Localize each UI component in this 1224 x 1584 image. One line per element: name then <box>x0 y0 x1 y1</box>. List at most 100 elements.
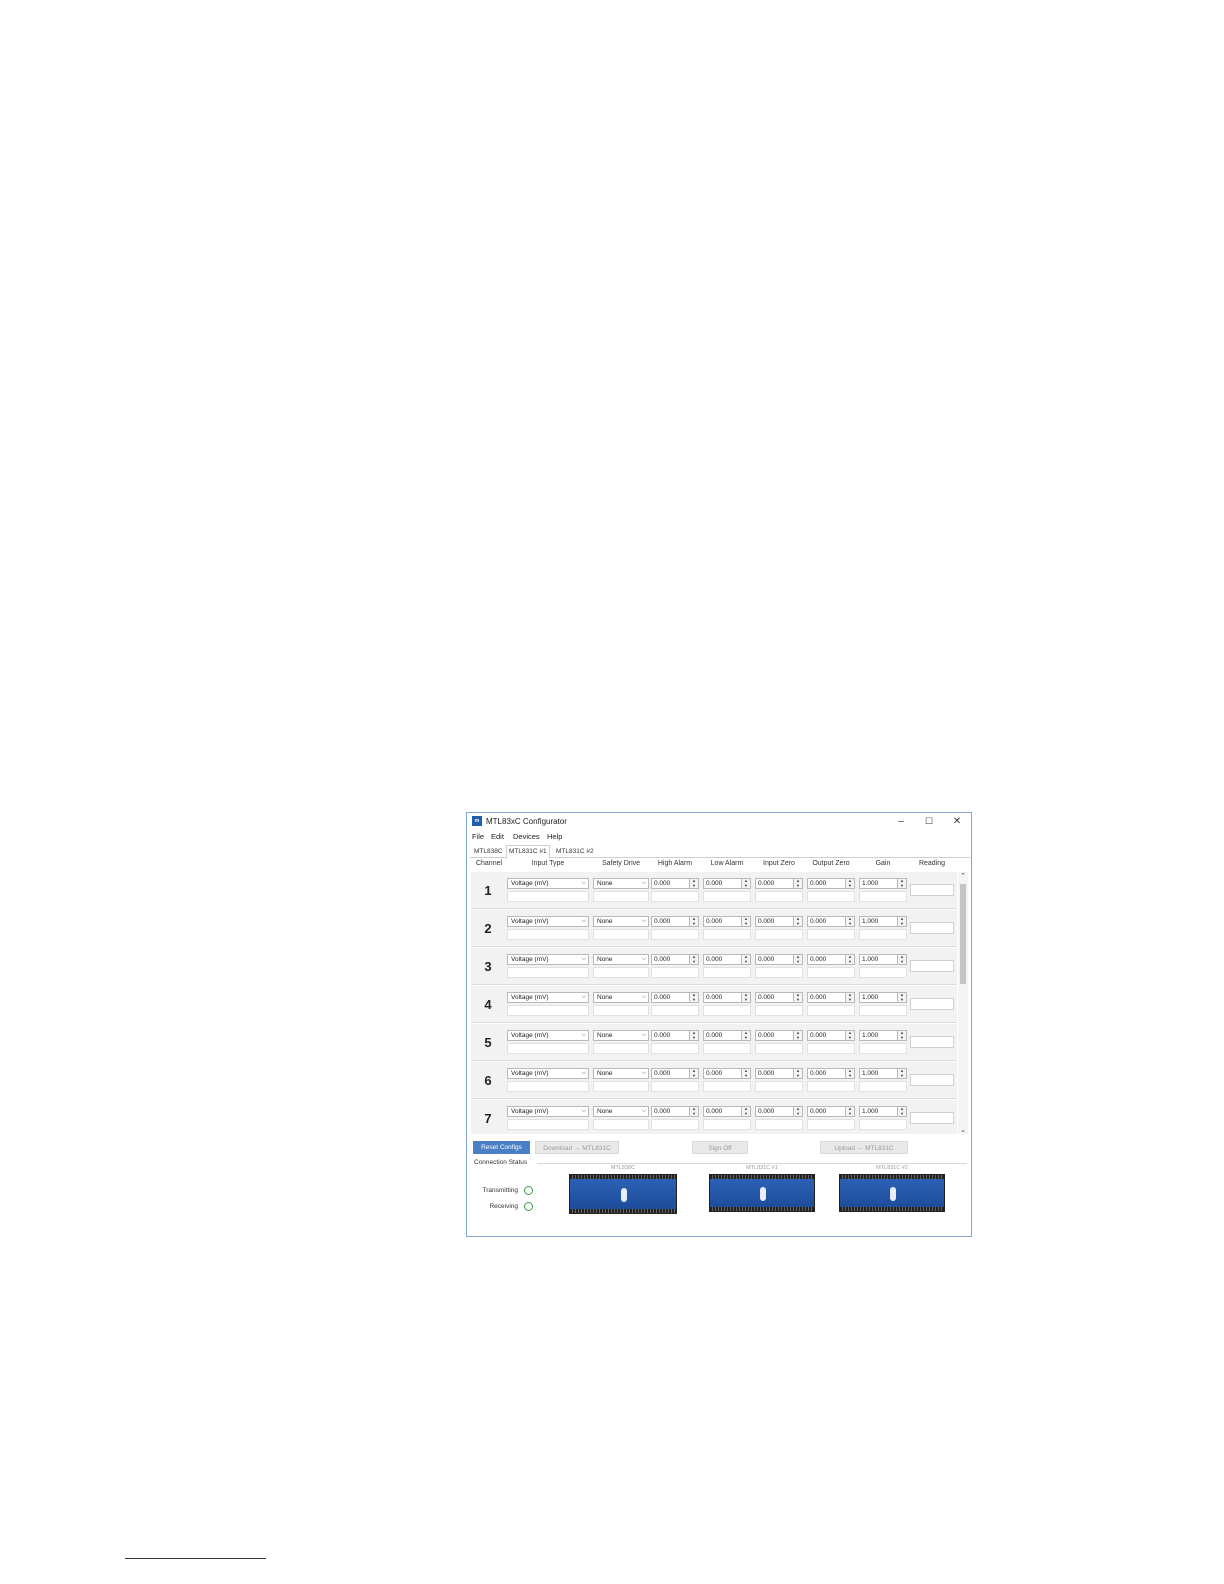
reset-configs-button[interactable]: Reset Configs <box>473 1141 530 1154</box>
output-zero-stepper[interactable]: 0.000 ▲ ▼ <box>807 916 855 927</box>
high-alarm-stepper[interactable]: 0.000 ▲ ▼ <box>651 1106 699 1117</box>
spin-arrows-icon[interactable]: ▲ ▼ <box>793 992 802 1002</box>
spin-arrows-icon[interactable]: ▲ ▼ <box>793 1068 802 1078</box>
spin-arrows-icon[interactable]: ▲ ▼ <box>897 992 906 1002</box>
low-alarm-stepper[interactable]: 0.000 ▲ ▼ <box>703 878 751 889</box>
spin-arrows-icon[interactable]: ▲ ▼ <box>689 1106 698 1116</box>
gain-stepper[interactable]: 1.000 ▲ ▼ <box>859 1068 907 1079</box>
high-alarm-stepper[interactable]: 0.000 ▲ ▼ <box>651 1030 699 1041</box>
spin-arrows-icon[interactable]: ▲ ▼ <box>897 1030 906 1040</box>
spin-arrows-icon[interactable]: ▲ ▼ <box>689 954 698 964</box>
spin-arrows-icon[interactable]: ▲ ▼ <box>845 916 854 926</box>
spin-arrows-icon[interactable]: ▲ ▼ <box>689 916 698 926</box>
tab-mtl831c-1[interactable]: MTL831C #1 <box>506 845 550 859</box>
input-type-select[interactable]: Voltage (mV) ⌵ <box>507 1030 589 1041</box>
low-alarm-stepper[interactable]: 0.000 ▲ ▼ <box>703 1106 751 1117</box>
menu-file[interactable]: File <box>472 832 484 841</box>
input-zero-stepper[interactable]: 0.000 ▲ ▼ <box>755 1030 803 1041</box>
high-alarm-stepper[interactable]: 0.000 ▲ ▼ <box>651 992 699 1003</box>
spin-arrows-icon[interactable]: ▲ ▼ <box>897 878 906 888</box>
menu-help[interactable]: Help <box>547 832 562 841</box>
output-zero-stepper[interactable]: 0.000 ▲ ▼ <box>807 954 855 965</box>
tab-mtl838c[interactable]: MTL838C <box>472 847 505 857</box>
spin-arrows-icon[interactable]: ▲ ▼ <box>741 992 750 1002</box>
low-alarm-stepper[interactable]: 0.000 ▲ ▼ <box>703 992 751 1003</box>
gain-stepper[interactable]: 1.000 ▲ ▼ <box>859 1030 907 1041</box>
input-zero-stepper[interactable]: 0.000 ▲ ▼ <box>755 992 803 1003</box>
output-zero-stepper[interactable]: 0.000 ▲ ▼ <box>807 1106 855 1117</box>
safety-drive-select[interactable]: None ⌵ <box>593 954 649 965</box>
spin-arrows-icon[interactable]: ▲ ▼ <box>897 1068 906 1078</box>
safety-drive-select[interactable]: None ⌵ <box>593 992 649 1003</box>
safety-drive-select[interactable]: None ⌵ <box>593 916 649 927</box>
spin-arrows-icon[interactable]: ▲ ▼ <box>897 954 906 964</box>
scroll-down-icon[interactable]: ⌄ <box>958 1126 968 1134</box>
spin-arrows-icon[interactable]: ▲ ▼ <box>689 992 698 1002</box>
high-alarm-stepper[interactable]: 0.000 ▲ ▼ <box>651 954 699 965</box>
output-zero-stepper[interactable]: 0.000 ▲ ▼ <box>807 878 855 889</box>
title-bar[interactable]: m MTL83xC Configurator – ☐ ✕ <box>467 813 971 830</box>
high-alarm-stepper[interactable]: 0.000 ▲ ▼ <box>651 1068 699 1079</box>
spin-arrows-icon[interactable]: ▲ ▼ <box>793 1030 802 1040</box>
safety-drive-select[interactable]: None ⌵ <box>593 1068 649 1079</box>
low-alarm-stepper[interactable]: 0.000 ▲ ▼ <box>703 1030 751 1041</box>
spin-arrows-icon[interactable]: ▲ ▼ <box>897 916 906 926</box>
spin-arrows-icon[interactable]: ▲ ▼ <box>897 1106 906 1116</box>
spin-arrows-icon[interactable]: ▲ ▼ <box>793 916 802 926</box>
spin-arrows-icon[interactable]: ▲ ▼ <box>689 1068 698 1078</box>
spin-arrows-icon[interactable]: ▲ ▼ <box>845 1068 854 1078</box>
tab-mtl831c-2[interactable]: MTL831C #2 <box>554 847 596 857</box>
output-zero-stepper[interactable]: 0.000 ▲ ▼ <box>807 992 855 1003</box>
spin-arrows-icon[interactable]: ▲ ▼ <box>741 1068 750 1078</box>
spin-arrows-icon[interactable]: ▲ ▼ <box>793 1106 802 1116</box>
spin-arrows-icon[interactable]: ▲ ▼ <box>741 916 750 926</box>
spin-arrows-icon[interactable]: ▲ ▼ <box>845 992 854 1002</box>
high-alarm-stepper[interactable]: 0.000 ▲ ▼ <box>651 878 699 889</box>
input-zero-stepper[interactable]: 0.000 ▲ ▼ <box>755 916 803 927</box>
gain-stepper[interactable]: 1.000 ▲ ▼ <box>859 878 907 889</box>
input-type-select[interactable]: Voltage (mV) ⌵ <box>507 954 589 965</box>
spin-arrows-icon[interactable]: ▲ ▼ <box>689 878 698 888</box>
close-button[interactable]: ✕ <box>944 815 970 828</box>
spin-arrows-icon[interactable]: ▲ ▼ <box>689 1030 698 1040</box>
low-alarm-stepper[interactable]: 0.000 ▲ ▼ <box>703 954 751 965</box>
menu-devices[interactable]: Devices <box>513 832 540 841</box>
spin-arrows-icon[interactable]: ▲ ▼ <box>741 1030 750 1040</box>
spin-arrows-icon[interactable]: ▲ ▼ <box>845 954 854 964</box>
output-zero-stepper[interactable]: 0.000 ▲ ▼ <box>807 1030 855 1041</box>
channel-scrollbar[interactable]: ⌃ ⌄ <box>958 872 968 1134</box>
high-alarm-stepper[interactable]: 0.000 ▲ ▼ <box>651 916 699 927</box>
input-type-select[interactable]: Voltage (mV) ⌵ <box>507 916 589 927</box>
maximize-button[interactable]: ☐ <box>916 815 942 828</box>
low-alarm-stepper[interactable]: 0.000 ▲ ▼ <box>703 916 751 927</box>
safety-drive-select[interactable]: None ⌵ <box>593 1106 649 1117</box>
input-zero-stepper[interactable]: 0.000 ▲ ▼ <box>755 1068 803 1079</box>
download-button[interactable]: Download → MTL831C <box>535 1141 619 1154</box>
safety-drive-select[interactable]: None ⌵ <box>593 878 649 889</box>
gain-stepper[interactable]: 1.000 ▲ ▼ <box>859 1106 907 1117</box>
input-zero-stepper[interactable]: 0.000 ▲ ▼ <box>755 954 803 965</box>
input-type-select[interactable]: Voltage (mV) ⌵ <box>507 878 589 889</box>
output-zero-stepper[interactable]: 0.000 ▲ ▼ <box>807 1068 855 1079</box>
gain-stepper[interactable]: 1.000 ▲ ▼ <box>859 916 907 927</box>
input-type-select[interactable]: Voltage (mV) ⌵ <box>507 1106 589 1117</box>
spin-arrows-icon[interactable]: ▲ ▼ <box>845 1106 854 1116</box>
input-type-select[interactable]: Voltage (mV) ⌵ <box>507 1068 589 1079</box>
gain-stepper[interactable]: 1.000 ▲ ▼ <box>859 992 907 1003</box>
spin-arrows-icon[interactable]: ▲ ▼ <box>793 878 802 888</box>
scroll-up-icon[interactable]: ⌃ <box>958 872 968 880</box>
safety-drive-select[interactable]: None ⌵ <box>593 1030 649 1041</box>
spin-arrows-icon[interactable]: ▲ ▼ <box>741 954 750 964</box>
sign-off-button[interactable]: Sign Off <box>692 1141 748 1154</box>
input-zero-stepper[interactable]: 0.000 ▲ ▼ <box>755 1106 803 1117</box>
gain-stepper[interactable]: 1.000 ▲ ▼ <box>859 954 907 965</box>
spin-arrows-icon[interactable]: ▲ ▼ <box>845 1030 854 1040</box>
scroll-thumb[interactable] <box>960 884 966 984</box>
input-zero-stepper[interactable]: 0.000 ▲ ▼ <box>755 878 803 889</box>
spin-arrows-icon[interactable]: ▲ ▼ <box>741 878 750 888</box>
spin-arrows-icon[interactable]: ▲ ▼ <box>845 878 854 888</box>
spin-arrows-icon[interactable]: ▲ ▼ <box>741 1106 750 1116</box>
input-type-select[interactable]: Voltage (mV) ⌵ <box>507 992 589 1003</box>
menu-edit[interactable]: Edit <box>491 832 504 841</box>
minimize-button[interactable]: – <box>888 815 914 828</box>
